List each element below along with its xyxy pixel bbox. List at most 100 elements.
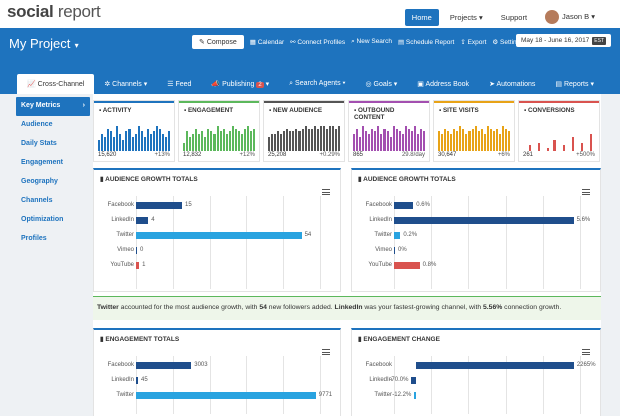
sparkline-bar — [423, 131, 426, 151]
bar[interactable] — [136, 217, 149, 224]
sparkline-bar — [477, 131, 480, 151]
bar[interactable] — [411, 377, 417, 384]
user-menu[interactable]: Jason B ▾ — [538, 6, 602, 28]
sparkline-bar — [277, 131, 280, 151]
sparkline-bar — [492, 131, 495, 151]
sidebar-item-geography[interactable]: Geography — [16, 173, 90, 192]
project-selector[interactable]: My Project ▾ — [9, 36, 79, 51]
bar[interactable] — [136, 392, 316, 399]
social-report-logo[interactable]: social report — [7, 2, 101, 22]
sparkline-bar — [131, 137, 134, 151]
calendar-button[interactable]: ▦ Calendar — [250, 38, 284, 46]
bar[interactable] — [136, 202, 182, 209]
metric-card-conversions[interactable]: ▪ CONVERSIONS 261 +500% — [518, 100, 600, 162]
tab-cross-channel[interactable]: 📈 Cross-Channel — [17, 74, 95, 94]
bar[interactable] — [136, 247, 137, 254]
sparkline-bar — [353, 134, 356, 151]
bar-row-twitter: Twitter 9771 — [94, 390, 340, 402]
sidebar-item-optimization[interactable]: Optimization — [16, 211, 90, 230]
sidebar-item-daily-stats[interactable]: Daily Stats — [16, 135, 90, 154]
menu-icon[interactable] — [322, 349, 330, 355]
sparkline-bar — [234, 128, 237, 151]
metric-card-outbound-content[interactable]: ▪ OUTBOUND CONTENT 865 29.8/day — [348, 100, 430, 162]
nav-home[interactable]: Home — [404, 8, 439, 26]
metric-title: ▪ CONVERSIONS — [519, 101, 599, 118]
tab-automations[interactable]: ➤ Automations — [479, 74, 545, 94]
bar-row-linkedin: LinkedIn 5.6% — [352, 215, 600, 227]
sparkline-bar — [501, 125, 505, 151]
nav-support[interactable]: Support — [494, 9, 534, 26]
compose-button[interactable]: ✎ Compose — [192, 35, 244, 49]
metric-card-site-visits[interactable]: ▪ SITE VISITS 30,647 +6% — [433, 100, 515, 162]
metric-card-new-audience[interactable]: ▪ NEW AUDIENCE 25,208 +0.29% — [263, 100, 345, 162]
bar[interactable] — [414, 392, 417, 399]
menu-icon[interactable] — [582, 189, 590, 195]
sparkline-bar — [107, 128, 110, 151]
new-search-button[interactable]: ⌕ New Search — [351, 38, 392, 46]
schedule-report-button[interactable]: ▤ Schedule Report — [398, 38, 454, 46]
sparkline-bar — [213, 134, 216, 151]
bar[interactable] — [136, 362, 192, 369]
tab-search-agents[interactable]: ⌕ Search Agents ▾ — [279, 74, 355, 94]
metric-title: ▪ SITE VISITS — [434, 101, 514, 118]
menu-icon[interactable] — [582, 349, 590, 355]
tab-goals[interactable]: ◎ Goals ▾ — [355, 74, 407, 94]
bar[interactable] — [136, 262, 140, 269]
sparkline-bar — [392, 125, 395, 151]
sparkline-bar — [134, 134, 137, 151]
bar[interactable] — [394, 202, 414, 209]
content-area: Key Metrics › Audience Daily Stats Engage… — [0, 94, 620, 416]
sparkline-bar — [186, 131, 189, 151]
sparkline-bar — [204, 137, 207, 151]
sparkline-bar — [168, 131, 171, 151]
metric-change: +12% — [239, 152, 255, 158]
bar[interactable] — [394, 262, 420, 269]
tab-feed[interactable]: ☰ Feed — [157, 74, 201, 94]
bar-row-twitter: Twitter 0.2% — [352, 230, 600, 242]
sparkline-bar — [459, 125, 462, 151]
metric-card-engagement[interactable]: ▪ ENGAGEMENT 12,832 +12% — [178, 100, 260, 162]
menu-icon[interactable] — [322, 189, 330, 195]
sparkline-bar — [295, 128, 298, 151]
send-icon: ➤ — [489, 81, 497, 88]
tab-reports[interactable]: ▤ Reports ▾ — [545, 74, 604, 94]
avatar — [545, 10, 560, 24]
bar[interactable] — [394, 247, 395, 254]
export-button[interactable]: ⇪ Export — [460, 38, 486, 46]
sidebar-item-profiles[interactable]: Profiles — [16, 230, 90, 249]
user-name: Jason B ▾ — [562, 11, 595, 21]
sparkline-bar — [192, 134, 195, 151]
bar-row-linkedin: LinkedIn 4 — [94, 215, 340, 227]
tab-channels[interactable]: ✲ Channels ▾ — [94, 74, 157, 94]
bar[interactable] — [416, 362, 574, 369]
sparkline-bar — [365, 131, 368, 151]
tab-publishing[interactable]: 📣 Publishing 2 ▾ — [201, 74, 279, 94]
bar[interactable] — [136, 377, 138, 384]
sidebar-item-channels[interactable]: Channels — [16, 192, 90, 211]
bar-value: 0.8% — [422, 262, 437, 268]
sparkline-bar — [498, 134, 501, 151]
sparkline-bar — [113, 137, 116, 151]
bar[interactable] — [136, 232, 302, 239]
nav-projects[interactable]: Projects ▾ — [443, 9, 490, 26]
sparkline-bar — [547, 148, 550, 151]
bar-label: Twitter — [374, 392, 392, 398]
tab-address-book[interactable]: ▣ Address Book — [407, 74, 479, 94]
sparkline-bar — [441, 134, 444, 151]
sparkline-bar — [389, 137, 392, 151]
bar[interactable] — [394, 232, 401, 239]
sparkline — [353, 123, 426, 151]
date-range-picker[interactable]: May 18 - June 16, 2017 EST — [516, 34, 612, 47]
sparkline-bar — [474, 125, 477, 151]
bar[interactable] — [394, 217, 574, 224]
sidebar-item-key-metrics[interactable]: Key Metrics › — [16, 97, 90, 116]
sidebar-item-engagement[interactable]: Engagement — [16, 154, 90, 173]
panel-title: ▮ AUDIENCE GROWTH TOTALS — [100, 176, 198, 183]
export-icon: ⇪ — [460, 39, 468, 46]
connect-profiles-button[interactable]: ⚯ Connect Profiles — [290, 38, 345, 46]
bar-value: 0% — [398, 247, 407, 253]
metric-card-activity[interactable]: ▪ ACTIVITY 15,620 +13% — [93, 100, 175, 162]
sparkline-bar — [401, 134, 404, 151]
sparkline-bar — [189, 137, 192, 151]
sidebar-item-audience[interactable]: Audience — [16, 116, 90, 135]
